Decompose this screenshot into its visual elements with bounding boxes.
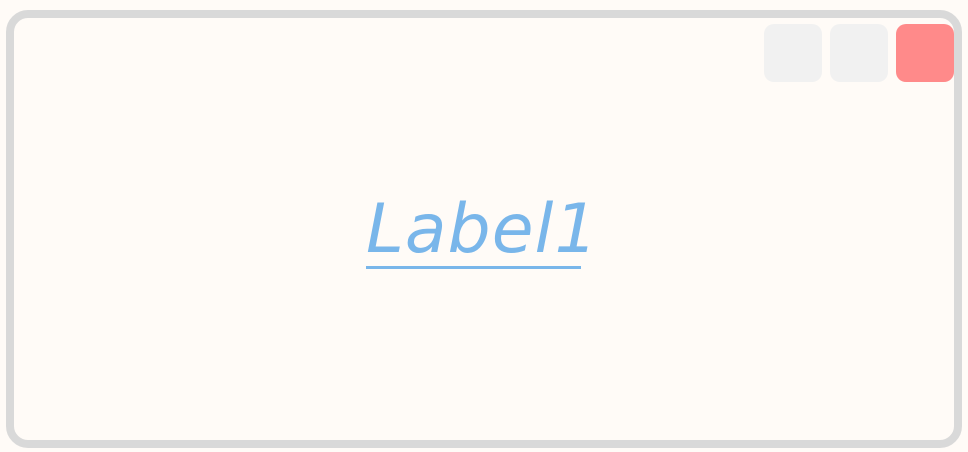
close-button[interactable] [896,24,954,82]
minimize-button[interactable] [764,24,822,82]
app-window: Label1 [6,10,962,448]
maximize-button[interactable] [830,24,888,82]
window-controls [764,24,954,82]
label-link[interactable]: Label1 [366,194,598,269]
